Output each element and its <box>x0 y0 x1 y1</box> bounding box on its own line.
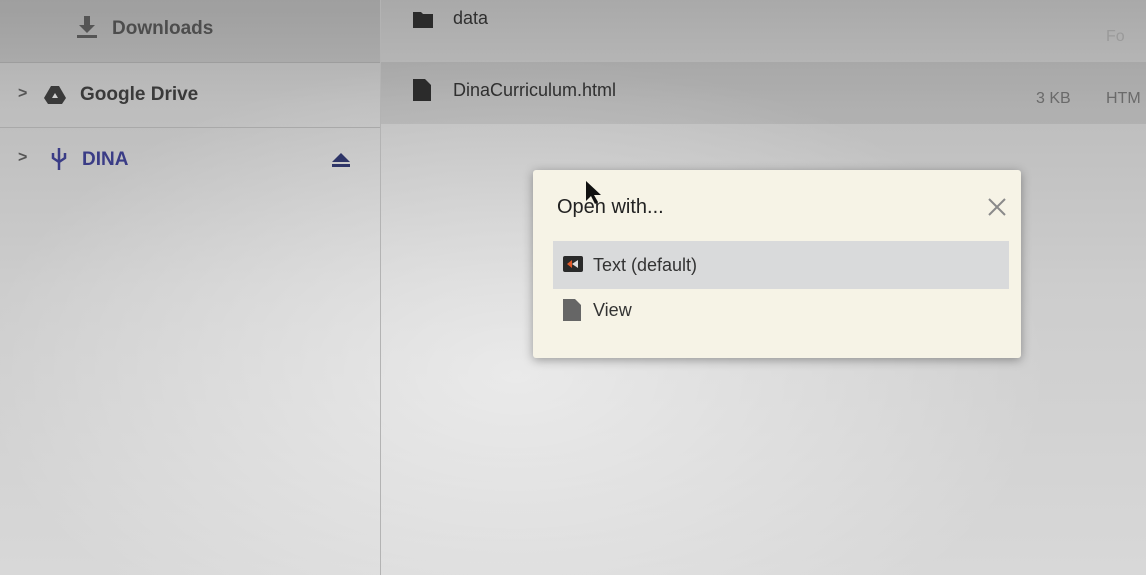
option-label: View <box>593 299 632 320</box>
file-type: HTM <box>1106 90 1141 107</box>
open-with-option-view[interactable]: View <box>553 286 1009 334</box>
file-name: data <box>453 8 489 28</box>
sidebar-item-label: Downloads <box>112 18 214 39</box>
file-icon <box>413 79 431 106</box>
option-label: Text (default) <box>593 254 698 275</box>
sidebar-item-google-drive[interactable]: > Google Drive <box>0 63 380 128</box>
dialog-title: Open with... <box>557 196 664 218</box>
file-size: 3 KB <box>1036 90 1071 107</box>
download-icon <box>75 14 99 40</box>
sidebar-item-label: Google Drive <box>80 84 199 105</box>
mouse-pointer-icon <box>585 180 603 206</box>
expand-arrow-icon[interactable]: > <box>18 85 27 103</box>
folder-icon <box>413 10 433 33</box>
file-row[interactable]: data Fo <box>381 0 1146 45</box>
sidebar: Downloads > Google Drive > DINA <box>0 0 381 575</box>
expand-arrow-icon[interactable]: > <box>18 149 27 167</box>
text-app-icon <box>563 254 583 279</box>
file-icon <box>563 299 581 326</box>
sidebar-item-label: DINA <box>82 149 129 170</box>
file-row-selected[interactable]: DinaCurriculum.html 3 KB HTM <box>381 62 1146 124</box>
usb-icon <box>50 147 68 171</box>
sidebar-item-dina[interactable]: > DINA <box>0 130 380 190</box>
open-with-option-text[interactable]: Text (default) <box>553 241 1009 289</box>
close-icon[interactable] <box>985 195 1009 219</box>
file-name: DinaCurriculum.html <box>453 80 617 100</box>
file-type: Fo <box>1106 28 1125 45</box>
open-with-dialog: Open with... Text (default) View <box>533 170 1021 358</box>
eject-icon[interactable] <box>330 152 352 168</box>
screen: Downloads > Google Drive > DINA data Fo … <box>0 0 1146 575</box>
google-drive-icon <box>44 85 66 105</box>
sidebar-item-downloads[interactable]: Downloads <box>0 0 380 63</box>
